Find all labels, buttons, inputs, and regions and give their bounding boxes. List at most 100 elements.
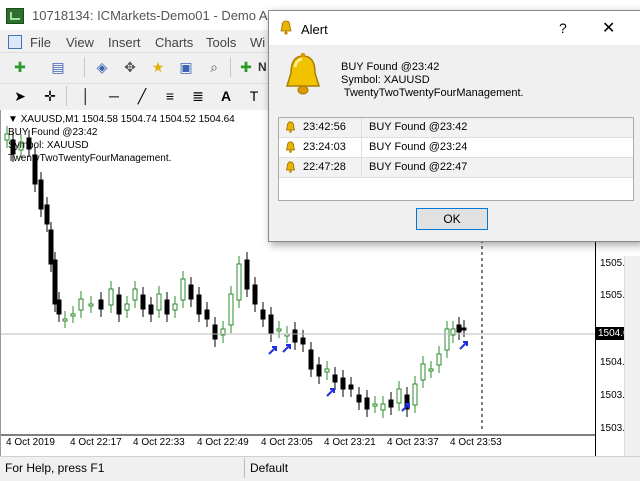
time-tick-label: 4 Oct 23:53	[450, 437, 502, 448]
cursor-icon[interactable]: ➤	[10, 86, 30, 106]
status-help-text: For Help, press F1	[5, 461, 105, 475]
candle-body	[172, 303, 178, 311]
candle-body	[204, 309, 210, 320]
candle-body	[461, 327, 467, 331]
time-tick-label: 4 Oct 22:49	[197, 437, 249, 448]
profiles-icon[interactable]: ▤	[48, 57, 68, 77]
candle-body	[324, 368, 330, 373]
alert-row-message: BUY Found @23:42	[369, 121, 468, 133]
time-tick-label: 4 Oct 22:33	[133, 437, 185, 448]
buy-arrow	[326, 388, 335, 397]
app-icon	[6, 8, 24, 24]
candle-body	[364, 397, 370, 410]
fibonacci-icon[interactable]: ≡	[160, 86, 180, 106]
close-button[interactable]: ✕	[602, 18, 615, 38]
chart-symbol-line: ▼ XAUUSD,M1 1504.58 1504.74 1504.52 1504…	[8, 114, 235, 125]
column-separator	[361, 158, 362, 177]
text-icon[interactable]: A	[216, 86, 236, 106]
candle-body	[124, 303, 130, 311]
chart-text-line: TwentyTwoTwentyFourManagement.	[8, 153, 172, 164]
column-separator	[361, 118, 362, 137]
tester-icon[interactable]: ⌕	[204, 57, 224, 77]
new-order-button[interactable]: N	[258, 60, 267, 74]
candle-body	[188, 284, 194, 300]
menu-view[interactable]: View	[66, 35, 94, 50]
candle-body	[388, 399, 394, 408]
candle-body	[332, 374, 338, 383]
candle-body	[244, 259, 250, 290]
document-icon[interactable]	[8, 35, 22, 49]
help-button[interactable]: ?	[559, 20, 567, 36]
time-tick-label: 4 Oct 23:37	[387, 437, 439, 448]
favorites-icon[interactable]: ★	[148, 57, 168, 77]
menu-insert[interactable]: Insert	[108, 35, 141, 50]
candle-body	[164, 299, 170, 315]
menu-tools[interactable]: Tools	[206, 35, 236, 50]
alert-row-time: 22:47:28	[303, 161, 346, 173]
menu-file[interactable]: File	[30, 35, 51, 50]
navigator-icon[interactable]: ✥	[120, 57, 140, 77]
time-tick-label: 4 Oct 22:17	[70, 437, 122, 448]
new-chart-icon[interactable]: ✚	[10, 57, 30, 77]
buy-arrow	[268, 346, 277, 355]
buy-arrow	[459, 341, 468, 350]
bell-icon	[285, 161, 296, 173]
candle-body	[380, 403, 386, 411]
alert-row-time: 23:24:03	[303, 141, 346, 153]
alert-message-line: BUY Found @23:42	[341, 61, 440, 73]
candle-body	[78, 298, 84, 311]
candle-body	[236, 263, 242, 301]
alert-dialog: Alert ? ✕ BUY Found @23:42 Symbol: XAUUS…	[268, 10, 640, 242]
column-separator	[361, 138, 362, 157]
candle-body	[44, 204, 50, 225]
candle-body	[412, 383, 418, 406]
chart-text-line: BUY Found @23:42	[8, 127, 98, 138]
alert-history-list[interactable]: 23:42:56 BUY Found @23:42 23:24:03 BUY F…	[278, 117, 634, 201]
status-separator	[244, 458, 245, 478]
market-watch-icon[interactable]: ◈	[92, 57, 112, 77]
alert-row[interactable]: 22:47:28 BUY Found @22:47	[279, 158, 633, 178]
channel-icon[interactable]: ≣	[188, 86, 208, 106]
candle-body	[372, 403, 378, 407]
candle-body	[56, 299, 62, 315]
candle-body	[88, 303, 94, 307]
new-order-icon[interactable]: ✚	[236, 57, 256, 77]
horizontal-line-icon[interactable]: ─	[104, 86, 124, 106]
menu-charts[interactable]: Charts	[155, 35, 193, 50]
candle-body	[348, 384, 354, 390]
candle-body	[108, 288, 114, 306]
candle-body	[444, 328, 450, 351]
toolbar-separator	[66, 86, 67, 106]
message-scrollbar[interactable]	[625, 47, 639, 111]
ok-button[interactable]: OK	[416, 208, 488, 230]
chart-text-line: Symbol: XAUUSD	[8, 140, 89, 151]
alert-row-message: BUY Found @23:24	[369, 141, 468, 153]
candle-body	[62, 318, 68, 322]
alert-row[interactable]: 23:42:56 BUY Found @23:42	[279, 118, 633, 138]
candle-body	[116, 294, 122, 315]
candle-body	[52, 259, 58, 305]
candle-body	[316, 364, 322, 377]
candle-body	[276, 328, 282, 332]
candle-body	[268, 314, 274, 335]
alert-title: Alert	[301, 22, 328, 37]
candle-body	[456, 324, 462, 333]
text-label-icon[interactable]: T	[244, 86, 264, 106]
bell-icon	[285, 141, 296, 153]
window-title: 10718134: ICMarkets-Demo01 - Demo Accoun	[32, 8, 303, 23]
alert-row[interactable]: 23:24:03 BUY Found @23:24	[279, 138, 633, 158]
alert-message-line: TwentyTwoTwentyFourManagement.	[341, 87, 524, 99]
alert-message: BUY Found @23:42 Symbol: XAUUSD TwentyTw…	[341, 61, 524, 100]
menu-window[interactable]: Wi	[250, 35, 265, 50]
terminal-icon[interactable]: ▣	[176, 57, 196, 77]
bell-icon	[285, 121, 296, 133]
toolbar-separator	[230, 57, 231, 77]
toolbar-separator	[84, 57, 85, 77]
vertical-scrollbar[interactable]	[624, 256, 640, 456]
large-bell-icon	[285, 53, 321, 95]
candle-body	[428, 368, 434, 372]
trendline-icon[interactable]: ╱	[132, 86, 152, 106]
vertical-line-icon[interactable]: │	[76, 86, 96, 106]
crosshair-icon[interactable]: ✛	[40, 86, 60, 106]
alert-title-bar: Alert ? ✕	[269, 11, 640, 45]
